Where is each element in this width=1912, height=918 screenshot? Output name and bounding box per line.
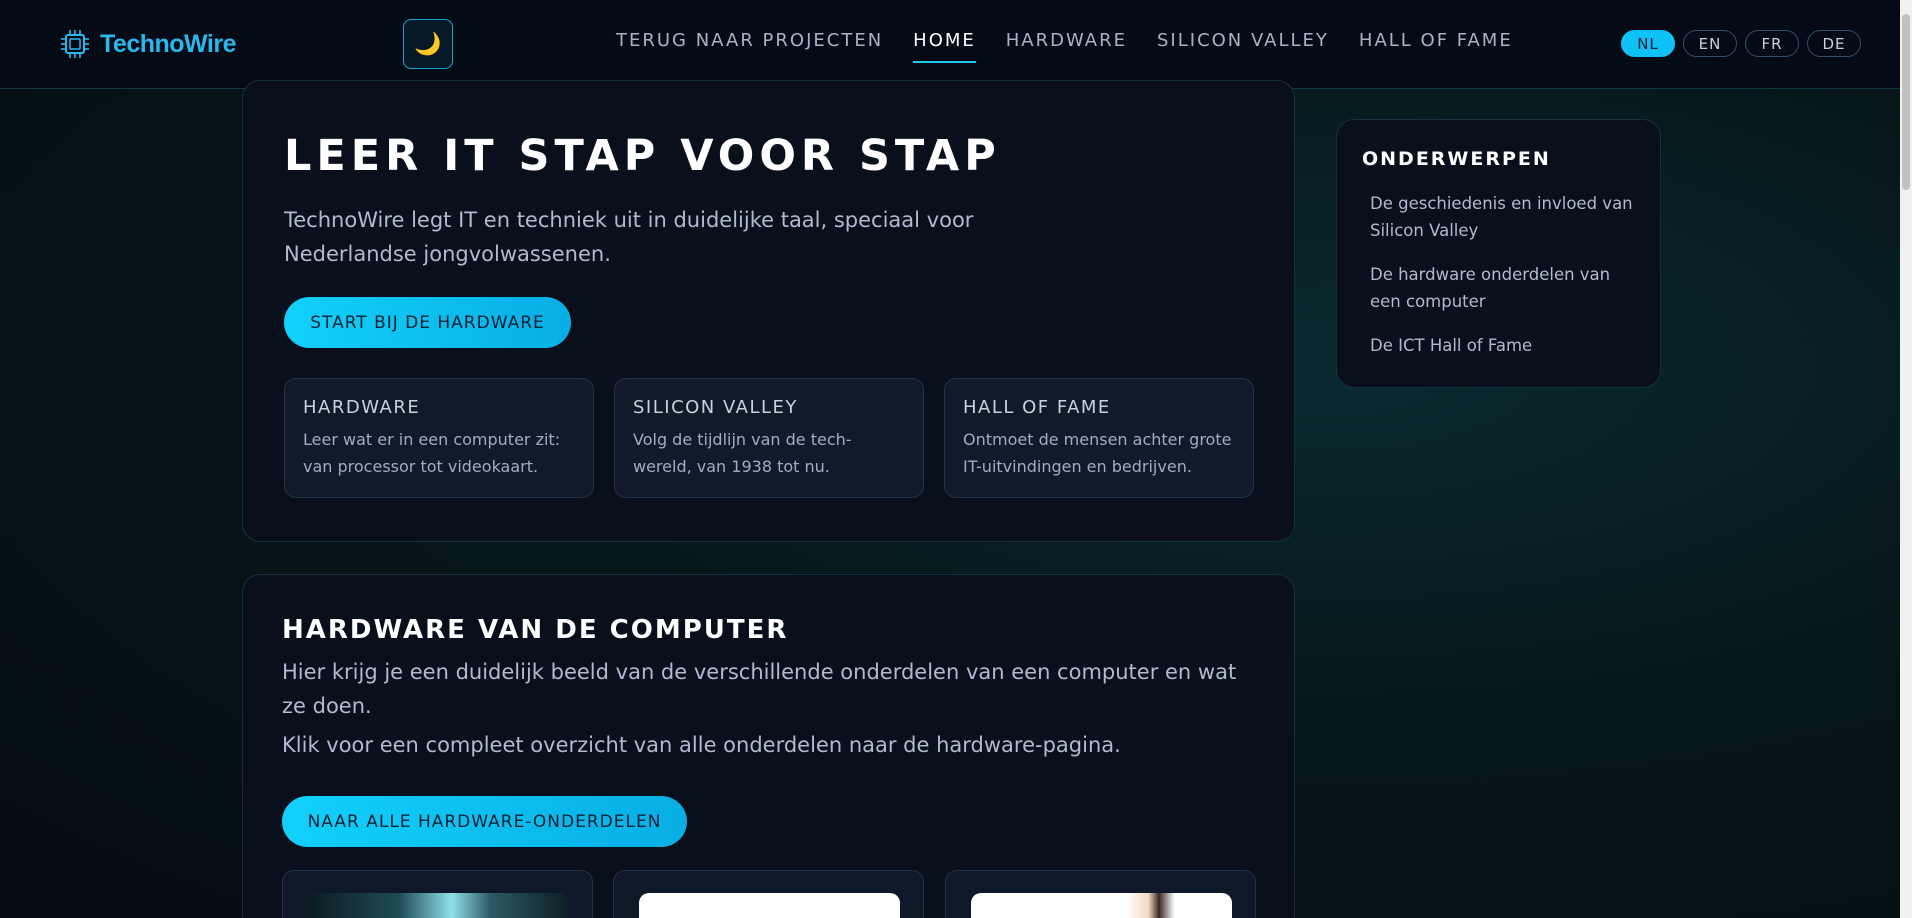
start-hardware-button[interactable]: START BIJ DE HARDWARE: [284, 297, 571, 348]
logo-text: TechnoWire: [100, 29, 237, 58]
hardware-hint: Klik voor een compleet overzicht van all…: [282, 733, 1121, 757]
feature-card-text: Ontmoet de mensen achter grote IT-uitvin…: [963, 430, 1232, 476]
feature-card-title: SILICON VALLEY: [633, 397, 798, 418]
hardware-item-card[interactable]: [613, 870, 924, 918]
nav-hall-of-fame[interactable]: HALL OF FAME: [1359, 30, 1513, 51]
scrollbar-thumb[interactable]: [1902, 14, 1910, 190]
topic-link-hardware[interactable]: De hardware onderdelen van een computer: [1370, 261, 1640, 315]
hardware-image: [308, 893, 569, 918]
topic-link-hall-of-fame[interactable]: De ICT Hall of Fame: [1370, 332, 1640, 359]
hero-card: LEER IT STAP VOOR STAP TechnoWire legt I…: [242, 80, 1295, 542]
feature-card-text: Leer wat er in een computer zit: van pro…: [303, 430, 561, 476]
hardware-section: HARDWARE VAN DE COMPUTER Hier krijg je e…: [242, 574, 1295, 918]
theme-toggle-button[interactable]: 🌙: [403, 19, 453, 69]
hardware-item-card[interactable]: [945, 870, 1256, 918]
hardware-image: [971, 893, 1232, 918]
feature-card-text: Volg de tijdlijn van de tech-wereld, van…: [633, 430, 852, 476]
moon-icon: 🌙: [414, 31, 442, 57]
hardware-image: [639, 893, 900, 918]
chip-icon: [61, 30, 89, 58]
feature-card-title: HARDWARE: [303, 397, 421, 418]
topics-sidebar: ONDERWERPEN De geschiedenis en invloed v…: [1336, 119, 1661, 388]
hero-lead: TechnoWire legt IT en techniek uit in du…: [284, 208, 974, 266]
hero-title: LEER IT STAP VOOR STAP: [284, 131, 1001, 181]
nav-back-to-projects[interactable]: TERUG NAAR PROJECTEN: [616, 30, 883, 51]
lang-de-button[interactable]: DE: [1807, 30, 1861, 57]
lang-en-button[interactable]: EN: [1683, 30, 1737, 57]
hardware-title: HARDWARE VAN DE COMPUTER: [282, 615, 789, 645]
topics-list: De geschiedenis en invloed van Silicon V…: [1370, 190, 1640, 376]
nav-hardware[interactable]: HARDWARE: [1006, 30, 1127, 51]
main-nav: TERUG NAAR PROJECTEN HOME HARDWARE SILIC…: [616, 30, 1513, 63]
feature-card-silicon-valley[interactable]: SILICON VALLEY Volg de tijdlijn van de t…: [614, 378, 924, 498]
feature-card-hardware[interactable]: HARDWARE Leer wat er in een computer zit…: [284, 378, 594, 498]
feature-card-hall-of-fame[interactable]: HALL OF FAME Ontmoet de mensen achter gr…: [944, 378, 1254, 498]
nav-silicon-valley[interactable]: SILICON VALLEY: [1157, 30, 1329, 51]
sidebar-title: ONDERWERPEN: [1362, 148, 1551, 170]
lang-nl-button[interactable]: NL: [1621, 30, 1675, 57]
logo[interactable]: TechnoWire: [58, 27, 237, 61]
hardware-item-card[interactable]: [282, 870, 593, 918]
page-scrollbar[interactable]: [1900, 0, 1912, 918]
lang-fr-button[interactable]: FR: [1745, 30, 1799, 57]
topic-link-silicon-valley[interactable]: De geschiedenis en invloed van Silicon V…: [1370, 190, 1640, 244]
all-hardware-button[interactable]: NAAR ALLE HARDWARE-ONDERDELEN: [282, 796, 687, 847]
site-header: TechnoWire 🌙 TERUG NAAR PROJECTEN HOME H…: [0, 0, 1912, 89]
nav-home[interactable]: HOME: [913, 30, 976, 63]
hardware-intro: Hier krijg je een duidelijk beeld van de…: [282, 660, 1237, 718]
language-switcher: NL EN FR DE: [1621, 30, 1861, 57]
feature-card-title: HALL OF FAME: [963, 397, 1111, 418]
